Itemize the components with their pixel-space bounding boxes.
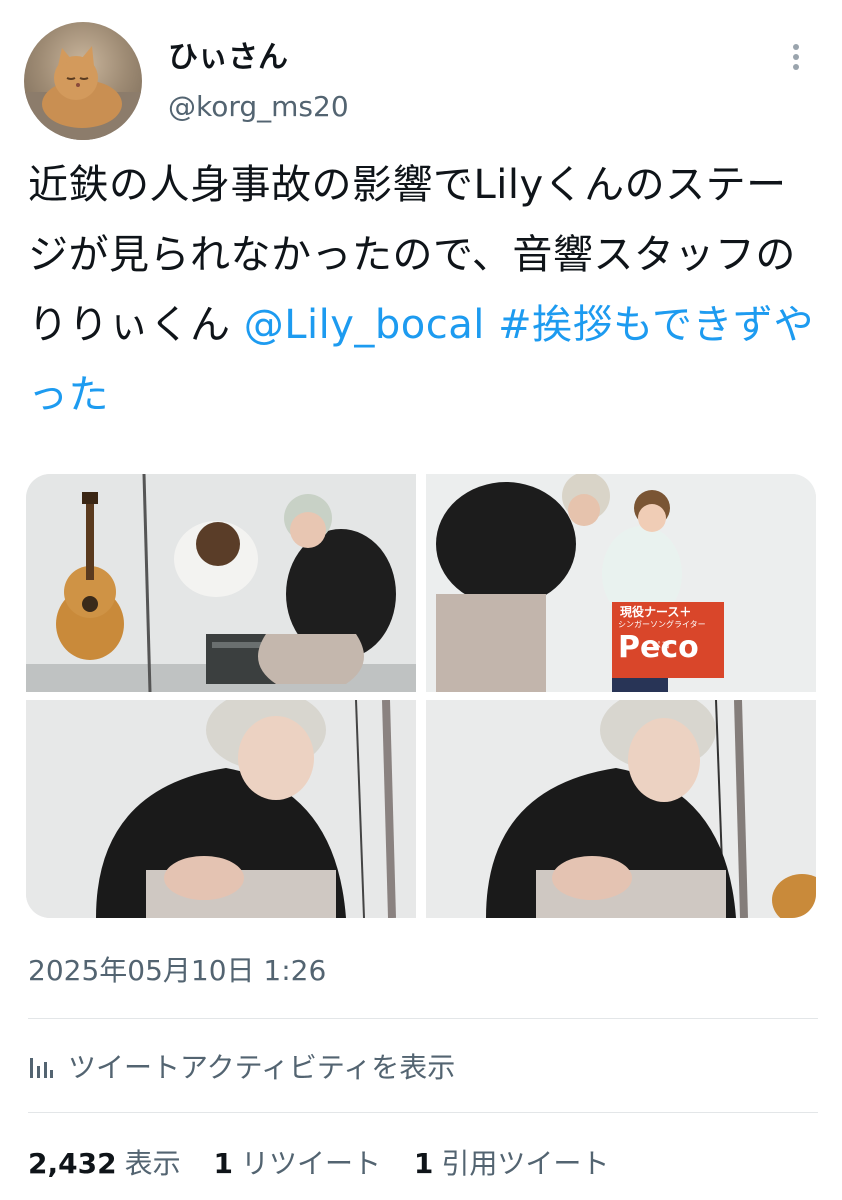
avatar[interactable] [24,22,142,140]
retweets-label[interactable]: リツイート [241,1147,381,1180]
sign-small: ペコ [652,641,671,651]
tweet-activity-label: ツイートアクティビティを表示 [68,1051,456,1084]
display-name[interactable]: ひぃさん [168,38,288,78]
sign-brand: Peco [618,630,699,665]
sign-line1: 現役ナース＋ [620,605,692,619]
tweet-text: 近鉄の人身事故の影響でLilyくんのステージが見られなかったので、音響スタッフの… [28,150,818,430]
media-grid: 現役ナース＋ シンガーソングライター Peco ペコ [26,474,816,918]
photo-4[interactable] [426,700,816,918]
photo-closeup-1-icon [26,700,416,918]
tweet-activity-link[interactable]: ツイートアクティビティを表示 [28,1044,455,1088]
quotes-count[interactable]: 1 [414,1147,433,1180]
photo-2[interactable]: 現役ナース＋ シンガーソングライター Peco ペコ [426,474,816,692]
views-count: 2,432 [28,1147,117,1180]
sign-line2: シンガーソングライター [618,620,706,629]
quotes-label[interactable]: 引用ツイート [441,1147,609,1180]
cat-avatar-icon [24,46,142,140]
tweet-stats: 2,432 表示 1 リツイート 1 引用ツイート [28,1144,633,1184]
photo-1[interactable] [26,474,416,692]
mention-link[interactable]: @Lily_bocal [244,302,485,348]
divider [28,1112,818,1113]
analytics-bar-icon [30,1058,53,1078]
user-handle[interactable]: @korg_ms20 [168,88,349,126]
peco-sign: 現役ナース＋ シンガーソングライター Peco ペコ [612,602,724,678]
divider [28,1018,818,1019]
more-options-icon[interactable] [776,40,816,74]
photo-guitar-mixer-icon [26,474,416,692]
views-label: 表示 [124,1147,181,1180]
photo-closeup-2-icon [426,700,816,918]
photo-3[interactable] [26,700,416,918]
tweet-timestamp[interactable]: 2025年05月10日 1:26 [28,952,326,990]
retweets-count[interactable]: 1 [214,1147,233,1180]
